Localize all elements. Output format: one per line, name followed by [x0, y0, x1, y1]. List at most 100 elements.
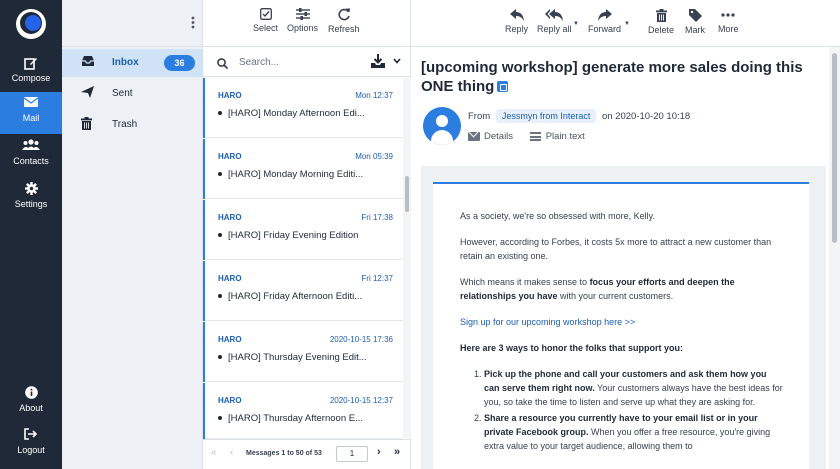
message-datetime: on 2020-10-20 10:18 [601, 111, 691, 122]
avatar [423, 107, 461, 145]
trash-icon [655, 9, 667, 22]
reply-all-dropdown-icon[interactable]: ▼ [573, 21, 579, 27]
folder-trash[interactable]: Trash [62, 111, 203, 139]
message-row-accent [203, 139, 205, 199]
message-from: HARO [218, 91, 242, 100]
refresh-button[interactable]: Refresh [328, 8, 360, 34]
details-link[interactable]: Details [484, 131, 513, 142]
body-paragraph: As a society, we're so obsessed with mor… [460, 211, 655, 221]
message-subject: [HARO] Monday Morning Editi... [218, 169, 398, 180]
message-subject: [HARO] Friday Evening Edition [218, 230, 398, 241]
unread-dot-icon [218, 111, 222, 116]
folder-menu-icon[interactable] [191, 16, 195, 29]
pagination: « ‹ Messages 1 to 50 of 53 1 › » [203, 439, 411, 469]
message-row[interactable]: HARO Fri 17:38 [HARO] Friday Evening Edi… [203, 200, 403, 260]
reply-button[interactable]: Reply [505, 9, 528, 34]
folder-header [62, 0, 203, 47]
workshop-signup-link[interactable]: Sign up for our upcoming workshop here >… [460, 317, 635, 327]
message-row[interactable]: HARO Mon 05:39 [HARO] Monday Morning Edi… [203, 139, 403, 199]
sender-chip[interactable]: Jessmyn from Interact [495, 109, 597, 123]
message-row[interactable]: HARO 2020-10-15 17:36 [HARO] Thursday Ev… [203, 322, 403, 382]
trash-icon [81, 117, 95, 131]
compose-button[interactable]: Compose [0, 52, 62, 94]
message-subject-text: [HARO] Friday Afternoon Editi... [228, 291, 363, 302]
logout-button[interactable]: Logout [0, 424, 62, 466]
list-item: Share a resource you currently have to y… [484, 411, 784, 453]
message-body-frame: As a society, we're so obsessed with mor… [421, 166, 826, 469]
page-number-input[interactable]: 1 [336, 446, 368, 462]
reading-pane: Reply Reply all ▼ Forward ▼ Delete Mark … [411, 0, 840, 469]
message-row-accent [203, 261, 205, 321]
app-logo[interactable] [16, 9, 46, 39]
delete-label: Delete [648, 25, 675, 35]
options-button[interactable]: Options [287, 8, 318, 33]
message-body-card: As a society, we're so obsessed with mor… [433, 182, 809, 469]
message-row-accent [203, 322, 205, 382]
refresh-label: Refresh [328, 24, 360, 34]
unread-count-badge: 36 [164, 55, 195, 71]
more-dots-icon [721, 13, 735, 17]
message-from: HARO [218, 274, 242, 283]
message-from: HARO [218, 396, 242, 405]
message-date: 2020-10-15 17:36 [329, 335, 393, 344]
forward-button[interactable]: Forward [588, 9, 621, 34]
message-subject-heading: [upcoming workshop] generate more sales … [421, 58, 806, 96]
body-text: Which means it makes sense to [460, 277, 590, 287]
nav-settings[interactable]: Settings [0, 178, 62, 220]
prev-page-icon[interactable]: ‹ [230, 447, 233, 458]
plain-text-link[interactable]: Plain text [546, 131, 585, 142]
edit-subject-icon[interactable] [497, 81, 509, 92]
about-label: About [19, 403, 43, 413]
folder-inbox-label: Inbox [112, 57, 139, 68]
first-page-icon[interactable]: « [211, 447, 217, 458]
select-button[interactable]: Select [253, 8, 278, 33]
contacts-icon [0, 139, 62, 155]
last-page-icon[interactable]: » [394, 446, 400, 458]
checkbox-icon [259, 8, 272, 20]
mark-button[interactable]: Mark [685, 9, 705, 35]
inbox-icon [81, 55, 95, 69]
envelope-icon [0, 96, 62, 112]
more-button[interactable]: More [718, 9, 739, 34]
refresh-icon [338, 8, 350, 21]
mail-label: Mail [22, 113, 40, 123]
tag-icon [688, 9, 702, 22]
message-list-scrollbar[interactable] [403, 78, 411, 438]
download-icon[interactable] [371, 54, 385, 73]
nav-contacts[interactable]: Contacts [0, 135, 62, 177]
scrollbar-thumb[interactable] [832, 53, 837, 243]
body-paragraph: However, according to Forbes, it costs 5… [460, 237, 772, 261]
delete-button[interactable]: Delete [648, 9, 674, 35]
reply-label: Reply [505, 24, 529, 34]
message-date: 2020-10-15 12:37 [329, 396, 393, 405]
nav-mail[interactable]: Mail [0, 92, 62, 134]
chevron-down-icon[interactable] [393, 57, 401, 66]
next-page-icon[interactable]: › [377, 446, 381, 458]
message-body: As a society, we're so obsessed with mor… [460, 209, 784, 455]
reading-pane-scrollbar[interactable] [829, 47, 840, 469]
message-row-accent [203, 78, 205, 138]
folder-inbox[interactable]: Inbox 36 [62, 49, 203, 77]
forward-dropdown-icon[interactable]: ▼ [624, 21, 630, 27]
message-date: Mon 05:39 [355, 152, 393, 161]
unread-dot-icon [218, 233, 222, 238]
paper-plane-icon [81, 86, 95, 100]
message-row[interactable]: HARO 2020-10-15 12:37 [HARO] Thursday Af… [203, 383, 403, 439]
message-from: HARO [218, 213, 242, 222]
from-prefix: From [468, 111, 491, 122]
folder-sent[interactable]: Sent [62, 80, 203, 108]
reply-all-button[interactable]: Reply all [537, 9, 572, 34]
message-date: Fri 12:37 [361, 274, 393, 283]
scrollbar-thumb[interactable] [405, 176, 409, 212]
unread-dot-icon [218, 355, 222, 360]
more-label: More [718, 24, 739, 34]
mark-label: Mark [685, 25, 705, 35]
message-row[interactable]: HARO Mon 12:37 [HARO] Monday Afternoon E… [203, 78, 403, 138]
logout-icon [0, 428, 62, 444]
search-input[interactable] [239, 54, 359, 70]
about-button[interactable]: About [0, 382, 62, 424]
message-subject-text: [HARO] Monday Morning Editi... [228, 169, 364, 180]
message-row[interactable]: HARO Fri 12:37 [HARO] Friday Afternoon E… [203, 261, 403, 321]
compose-icon [0, 56, 62, 72]
plain-text-icon [529, 132, 541, 141]
